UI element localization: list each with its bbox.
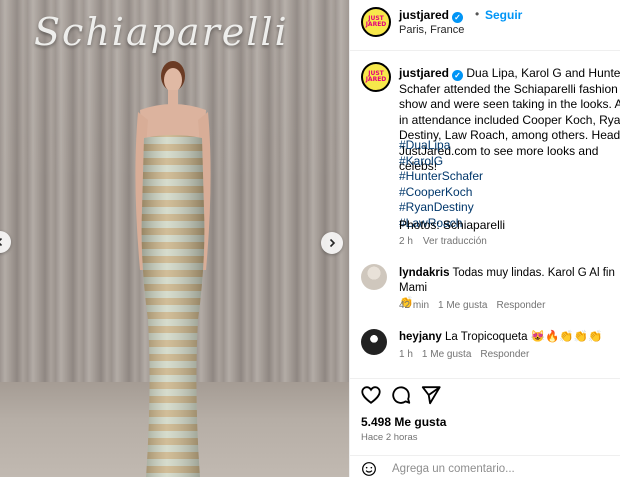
model-in-striped-gown [135,61,211,477]
caption-block: JUST JARED justjared ✓ Dua Lipa, Karol G … [350,52,620,252]
photo-credit: Photos: Schiaparelli [399,218,506,232]
avatar[interactable]: JUST JARED [361,7,391,37]
paper-plane-icon[interactable] [420,384,442,406]
post-photo[interactable]: Schiaparelli [0,0,349,477]
avatar[interactable] [361,264,387,290]
avatar[interactable] [361,329,387,355]
caption-avatar[interactable]: JUST JARED [361,62,391,92]
reply-button[interactable]: Responder [497,300,546,311]
caption-username[interactable]: justjared [399,66,449,80]
follow-button[interactable]: Seguir [485,8,522,22]
post-time[interactable]: Hace 2 horas [361,432,418,443]
comment-likes[interactable]: 1 Me gusta [438,300,487,311]
verified-badge-icon: ✓ [452,70,464,82]
comment-text: heyjany La Tropicoqueta 😻🔥👏👏👏 [399,330,620,345]
comment-body: La Tropicoqueta [445,331,528,343]
comment-time[interactable]: 1 h [399,349,413,360]
caption-time[interactable]: 2 h [399,236,413,247]
location-link[interactable]: Paris, France [399,24,464,36]
verified-badge-icon: ✓ [452,12,464,23]
comment-username[interactable]: heyjany [399,331,442,343]
comment-item: heyjany La Tropicoqueta 😻🔥👏👏👏 1 h 1 Me gu… [350,327,620,367]
comment-emoji: 😻🔥👏👏👏 [530,331,603,343]
translate-link[interactable]: Ver traducción [423,236,487,247]
smiley-icon[interactable] [361,461,377,477]
hashtag-link[interactable]: #HunterSchafer [399,169,483,185]
comment-item: lyndakris Todas muy lindas. Karol G Al f… [350,264,620,314]
hashtag-link[interactable]: #DuaLipa [399,138,483,154]
comment-time[interactable]: 42 min [399,300,429,311]
username-text[interactable]: justjared [399,8,449,22]
chevron-right-icon[interactable] [321,232,343,254]
caption-meta: 2 h Ver traducción [399,236,487,247]
heart-icon[interactable] [360,384,382,406]
chevron-left-icon[interactable] [0,231,11,253]
separator-dot: • [475,7,480,21]
comment-icon[interactable] [390,384,412,406]
header-username[interactable]: justjared ✓ [399,8,464,23]
reply-button[interactable]: Responder [480,349,529,360]
post-header: JUST JARED justjared ✓ • Seguir Paris, Fr… [350,0,620,51]
avatar-text-line2: JARED [365,76,387,83]
post-side-panel: JUST JARED justjared ✓ • Seguir Paris, Fr… [349,0,620,477]
comment-likes[interactable]: 1 Me gusta [422,349,471,360]
hashtag-link[interactable]: #CooperKoch [399,185,483,201]
action-bar [350,378,620,408]
comment-meta: 1 h 1 Me gusta Responder [399,349,529,360]
hashtag-link[interactable]: #KarolG [399,154,483,170]
comment-username[interactable]: lyndakris [399,267,450,279]
schiaparelli-logo-sign: Schiaparelli [34,10,289,54]
hashtag-link[interactable]: #RyanDestiny [399,200,483,216]
comment-input[interactable] [392,463,602,475]
avatar-text-line2: JARED [365,21,387,28]
add-comment-bar [350,455,620,477]
comment-meta: 42 min 1 Me gusta Responder [399,300,545,311]
likes-count[interactable]: 5.498 Me gusta [361,415,446,429]
